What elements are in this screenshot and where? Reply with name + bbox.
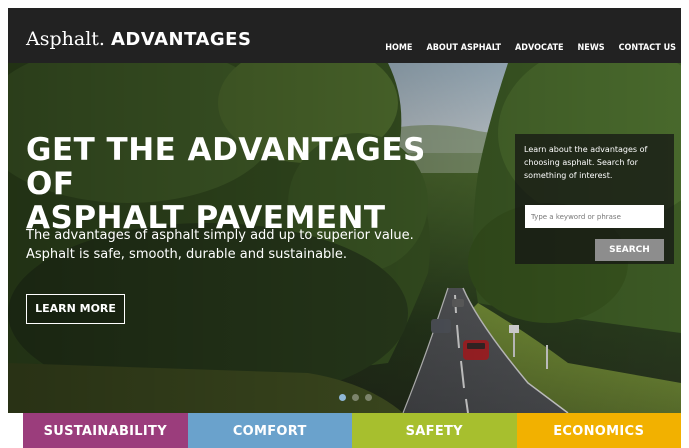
hero-banner: GET THE ADVANTAGES OF ASPHALT PAVEMENT T…	[8, 63, 681, 413]
nav-news[interactable]: NEWS	[573, 40, 610, 56]
slide-dot-2[interactable]	[352, 394, 359, 401]
learn-more-button[interactable]: LEARN MORE	[26, 294, 125, 324]
category-bar: SUSTAINABILITY COMFORT SAFETY ECONOMICS	[23, 413, 681, 448]
site-logo[interactable]: Asphalt. ADVANTAGES	[26, 28, 251, 50]
hero-subtext: The advantages of asphalt simply add up …	[26, 226, 466, 264]
site-header: Asphalt. ADVANTAGES HOME ABOUT ASPHALT A…	[8, 8, 681, 63]
search-intro-text: Learn about the advantages of choosing a…	[524, 145, 648, 180]
nav-contact-us[interactable]: CONTACT US	[614, 40, 681, 56]
search-panel: Learn about the advantages of choosing a…	[515, 134, 674, 264]
subtext-line-2: Asphalt is safe, smooth, durable and sus…	[26, 247, 348, 262]
slide-dot-1[interactable]	[339, 394, 346, 401]
nav-about-asphalt[interactable]: ABOUT ASPHALT	[421, 40, 506, 56]
nav-home[interactable]: HOME	[380, 40, 417, 56]
page: Asphalt. ADVANTAGES HOME ABOUT ASPHALT A…	[8, 8, 681, 448]
nav-advocate[interactable]: ADVOCATE	[510, 40, 569, 56]
subtext-line-1: The advantages of asphalt simply add up …	[26, 228, 414, 243]
category-comfort[interactable]: COMFORT	[187, 413, 352, 448]
logo-main-text: Asphalt.	[26, 28, 105, 50]
main-nav: HOME ABOUT ASPHALT ADVOCATE NEWS CONTACT…	[376, 40, 681, 56]
search-input[interactable]	[525, 205, 664, 228]
category-economics[interactable]: ECONOMICS	[516, 413, 681, 448]
category-safety[interactable]: SAFETY	[352, 413, 517, 448]
slide-indicators	[339, 394, 378, 401]
search-button[interactable]: SEARCH	[595, 239, 664, 261]
category-sustainability[interactable]: SUSTAINABILITY	[23, 413, 188, 448]
slide-dot-3[interactable]	[365, 394, 372, 401]
headline-line-1: GET THE ADVANTAGES OF	[26, 132, 426, 202]
hero-headline: GET THE ADVANTAGES OF ASPHALT PAVEMENT	[26, 133, 466, 235]
logo-accent-text: ADVANTAGES	[111, 29, 252, 50]
